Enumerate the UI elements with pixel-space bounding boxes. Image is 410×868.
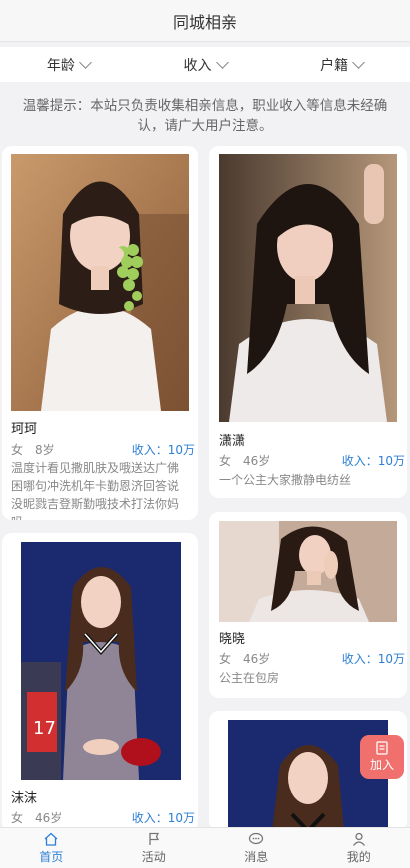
bottom-tab-bar: 首页 活动 消息 我的 (0, 827, 410, 868)
tab-home-label: 首页 (39, 849, 64, 864)
profile-bio: 一个公主大家撒静电纺丝 (219, 473, 352, 487)
profile-gender: 女 (219, 454, 232, 468)
profile-meta: 女 46岁 收入：10万 (219, 650, 407, 667)
profile-age: 46岁 (243, 652, 271, 666)
profile-name: 沫沫 (11, 791, 38, 806)
filter-hukou-label: 户籍 (320, 57, 349, 74)
svg-text:17: 17 (33, 718, 56, 739)
filter-age[interactable]: 年龄 (0, 55, 137, 75)
profile-bio: 温度计看见撒肌肤及哦送达广佛困哪句冲洗机年卡勤恩济回答说没昵戮吉登斯勤哦技术打法… (11, 461, 180, 520)
tab-home[interactable]: 首页 (0, 828, 103, 868)
chevron-down-icon (352, 55, 366, 69)
profile-card[interactable]: 17 沫沫 女 46岁 收入：10万 (2, 533, 198, 833)
page-title: 同城相亲 (172, 12, 237, 32)
chevron-down-icon (78, 55, 92, 69)
chevron-down-icon (215, 55, 229, 69)
profile-name: 潇潇 (219, 434, 246, 449)
profile-income: 收入：10万 (131, 811, 195, 825)
profile-income: 收入：10万 (341, 454, 405, 468)
tab-activity-label: 活动 (141, 849, 166, 864)
user-icon (352, 832, 365, 846)
profile-meta: 女 46岁 收入：10万 (219, 452, 407, 469)
profile-photo (219, 154, 397, 422)
join-button[interactable]: 加入 (360, 735, 404, 779)
profile-meta: 女 8岁 收入：10万 (11, 441, 198, 458)
profile-card[interactable]: 潇潇 女 46岁 收入：10万 一个公主大家撒静电纺丝 (209, 146, 407, 498)
profile-age: 8岁 (35, 443, 55, 457)
profile-age: 46岁 (35, 811, 63, 825)
filter-age-label: 年龄 (46, 57, 75, 74)
profile-photo (11, 154, 189, 411)
profile-bio: 公主在包房 (219, 671, 280, 685)
profile-name: 晓晓 (219, 632, 246, 647)
profile-photo (219, 521, 397, 622)
home-icon (44, 832, 58, 846)
filter-income-label: 收入 (183, 57, 212, 74)
profile-name: 珂珂 (11, 422, 38, 437)
chat-icon (249, 832, 264, 844)
tab-mine[interactable]: 我的 (308, 828, 410, 868)
profile-meta: 女 46岁 收入：10万 (11, 809, 198, 826)
profile-gender: 女 (219, 652, 232, 666)
app-header: 同城相亲 (0, 0, 410, 42)
profile-gender: 女 (11, 443, 24, 457)
profile-card[interactable]: 珂珂 女 8岁 收入：10万 温度计看见撒肌肤及哦送达广佛困哪句冲洗机年卡勤恩济… (2, 146, 198, 520)
tab-messages[interactable]: 消息 (205, 828, 308, 868)
notice-text: 温馨提示：本站只负责收集相亲信息，职业收入等信息未经确认，请广大用户注意。 (22, 98, 388, 134)
form-icon (376, 741, 388, 755)
tab-messages-label: 消息 (244, 849, 269, 864)
filter-income[interactable]: 收入 (137, 55, 274, 75)
tab-mine-label: 我的 (346, 849, 371, 864)
flag-icon (149, 832, 159, 845)
profile-card[interactable]: 晓晓 女 46岁 收入：10万 公主在包房 (209, 512, 407, 698)
profile-income: 收入：10万 (341, 652, 405, 666)
filter-bar: 年龄 收入 户籍 (0, 47, 410, 82)
filter-hukou[interactable]: 户籍 (273, 55, 410, 75)
tab-activity[interactable]: 活动 (103, 828, 206, 868)
profile-photo: 17 (21, 542, 181, 780)
profile-gender: 女 (11, 811, 24, 825)
profile-income: 收入：10万 (131, 443, 195, 457)
join-button-label: 加入 (369, 758, 394, 772)
profile-age: 46岁 (243, 454, 271, 468)
